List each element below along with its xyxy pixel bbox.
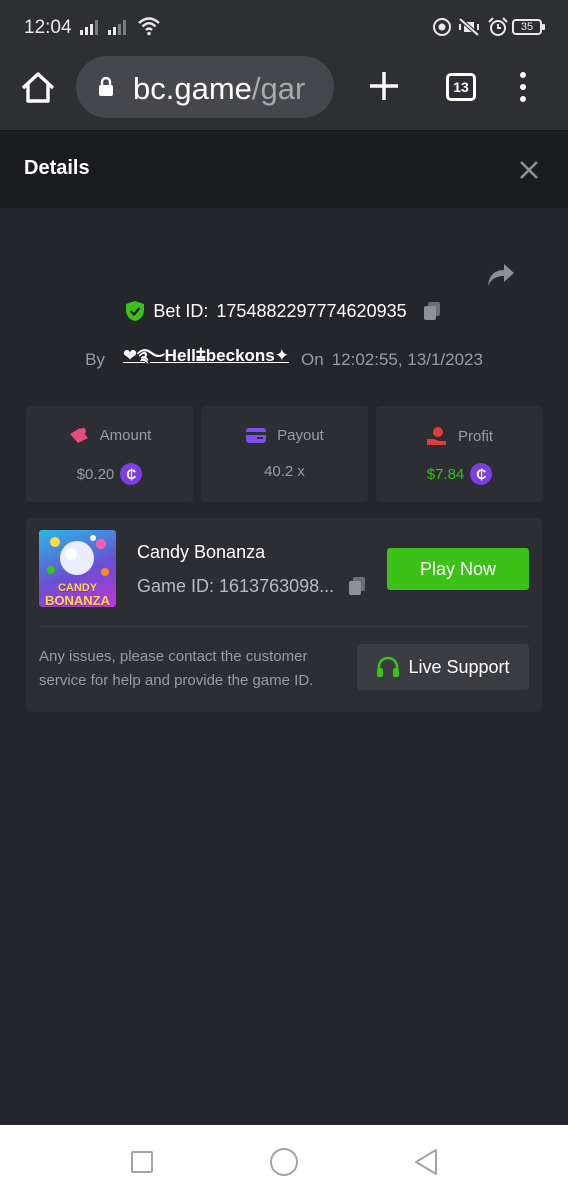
recents-icon[interactable] — [131, 1151, 153, 1173]
amount-icon — [69, 428, 88, 443]
divider — [39, 626, 529, 627]
game-thumbnail[interactable]: CANDY BONANZA — [39, 530, 116, 607]
amount-value: $0.20 — [76, 465, 115, 483]
profit-hand-icon — [426, 427, 446, 445]
signal-icon — [80, 20, 98, 35]
status-time: 12:04 — [24, 17, 72, 38]
verified-shield-icon — [126, 301, 145, 321]
game-name: Candy Bonanza — [137, 542, 266, 562]
coin-icon: ₵ — [470, 463, 493, 485]
thumbnail-line-2: BONANZA — [45, 593, 110, 608]
copy-icon[interactable] — [346, 575, 368, 597]
bet-id-label: Bet ID: — [153, 300, 209, 321]
more-menu-icon[interactable] — [514, 72, 532, 102]
amount-label: Amount — [99, 426, 152, 444]
details-header: Details — [0, 130, 568, 208]
home-nav-icon[interactable] — [270, 1148, 298, 1176]
live-support-button[interactable]: Live Support — [357, 644, 529, 690]
bet-datetime: 12:02:55, 13/1/2023 — [331, 350, 483, 369]
back-icon[interactable] — [412, 1147, 440, 1177]
system-nav-bar — [0, 1125, 568, 1200]
home-icon[interactable] — [18, 68, 58, 108]
payout-value: 40.2 x — [264, 463, 305, 480]
url-text: bc.game/gar — [133, 71, 305, 107]
url-path: /gar — [251, 71, 306, 106]
bet-meta-row: By ❤࿐Hell⩲beckons✦ On 12:02:55, 13/1/202… — [0, 336, 568, 369]
battery-icon: 35 — [512, 19, 545, 35]
game-id: Game ID: 1613763098... — [137, 575, 335, 596]
wallet-icon — [246, 428, 267, 443]
game-id-row: Game ID: 1613763098... — [137, 575, 368, 597]
url-domain: bc.game — [133, 71, 252, 106]
signal-icon-2 — [108, 20, 126, 35]
user-name-link[interactable]: ❤࿐Hell⩲beckons✦ — [123, 336, 289, 384]
wifi-icon — [138, 17, 160, 36]
bet-id-value: 1754882297774620935 — [216, 300, 407, 321]
status-bar: 12:04 35 — [0, 0, 568, 54]
bet-id-row: Bet ID: 1754882297774620935 — [0, 300, 568, 328]
close-icon[interactable] — [516, 157, 542, 183]
live-support-label: Live Support — [408, 656, 510, 677]
game-card: CANDY BONANZA Candy Bonanza Game ID: 161… — [26, 518, 542, 712]
tab-switcher-button[interactable]: 13 — [446, 73, 476, 101]
share-icon[interactable] — [486, 262, 516, 288]
alarm-icon — [488, 17, 508, 36]
by-label: By — [85, 350, 105, 369]
address-bar[interactable]: bc.game/gar — [76, 56, 334, 118]
payout-label: Payout — [277, 426, 324, 444]
amount-card: Amount $0.20 ₵ — [26, 406, 193, 502]
payout-card: Payout 40.2 x — [201, 406, 368, 502]
details-title: Details — [24, 157, 90, 179]
on-label: On — [301, 350, 324, 369]
thumbnail-title: CANDY BONANZA — [39, 583, 116, 608]
headset-icon — [377, 656, 400, 677]
profit-label: Profit — [457, 427, 493, 445]
new-tab-icon[interactable] — [366, 68, 402, 104]
play-now-button[interactable]: Play Now — [387, 548, 529, 590]
coin-icon: ₵ — [120, 463, 143, 485]
profit-card: Profit $7.84 ₵ — [376, 406, 543, 502]
mute-vibrate-icon — [458, 17, 480, 37]
record-icon — [433, 18, 451, 36]
copy-icon[interactable] — [421, 300, 443, 322]
browser-toolbar: bc.game/gar 13 — [0, 54, 568, 130]
help-text: Any issues, please contact the customer … — [39, 648, 314, 689]
profit-value: $7.84 — [426, 465, 465, 483]
lock-icon — [99, 77, 113, 96]
